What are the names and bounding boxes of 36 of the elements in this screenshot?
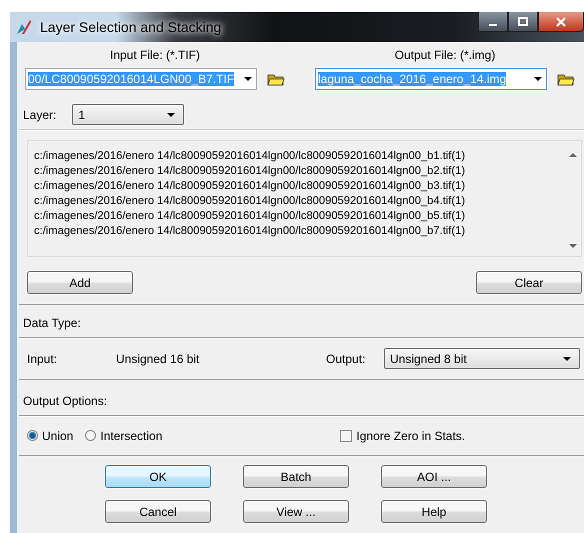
minimize-button[interactable] <box>478 12 508 32</box>
close-icon <box>556 16 566 26</box>
section-label: Output Options: <box>22 393 108 410</box>
list-item[interactable]: c:/imagenes/2016/enero 14/lc80090592016014lgn00/lc80090592016014lgn00_b7.tif(1) <box>34 224 559 239</box>
input-type-label: Input: <box>27 352 58 366</box>
output-type-dropdown[interactable]: Unsigned 8 bit <box>384 348 580 369</box>
close-button[interactable] <box>538 12 584 32</box>
layer-label: Layer: <box>23 108 56 122</box>
radio-option[interactable]: Intersection <box>85 428 162 442</box>
radio-option[interactable]: Union <box>27 428 74 442</box>
layer-list[interactable] <box>27 140 582 257</box>
output-file-label: Output File: (*.img) <box>394 48 496 62</box>
list-item[interactable]: c:/imagenes/2016/enero 14/lc80090592016014lgn00/lc80090592016014lgn00_b2.tif(1) <box>34 164 559 179</box>
input-file-label: Input File: (*.TIF) <box>110 48 200 62</box>
maximize-button[interactable] <box>508 12 538 32</box>
list-item[interactable]: c:/imagenes/2016/enero 14/lc80090592016014lgn00/lc80090592016014lgn00_b3.tif(1) <box>34 179 559 194</box>
add-button[interactable]: Add <box>27 271 133 294</box>
dialog-button[interactable]: Cancel <box>105 500 211 523</box>
dialog-button[interactable]: AOI ... <box>381 465 487 488</box>
layer-dropdown[interactable]: 1 <box>72 104 184 125</box>
minimize-icon <box>489 24 497 26</box>
list-item[interactable]: c:/imagenes/2016/enero 14/lc80090592016014lgn00/lc80090592016014lgn00_b4.tif(1) <box>34 194 559 209</box>
window-title: Layer Selection and Stacking <box>40 19 222 35</box>
dialog-button[interactable]: Help <box>381 500 487 523</box>
output-type-label: Output: <box>326 352 366 366</box>
ignore-zero-checkbox[interactable]: Ignore Zero in Stats. <box>340 428 466 442</box>
dialog-button[interactable]: Batch <box>243 465 349 488</box>
dialog-button[interactable]: View ... <box>243 500 349 523</box>
maximize-icon <box>518 16 528 26</box>
section-label: Data Type: <box>22 315 82 332</box>
app-icon <box>16 19 32 35</box>
input-type-value: Unsigned 16 bit <box>116 352 200 366</box>
clear-button[interactable]: Clear <box>476 271 582 294</box>
list-item[interactable]: c:/imagenes/2016/enero 14/lc80090592016014lgn00/lc80090592016014lgn00_b5.tif(1) <box>34 209 559 224</box>
list-item[interactable]: c:/imagenes/2016/enero 14/lc80090592016014lgn00/lc80090592016014lgn00_b1.tif(1) <box>34 149 559 164</box>
dialog-button[interactable]: OK <box>105 465 211 488</box>
